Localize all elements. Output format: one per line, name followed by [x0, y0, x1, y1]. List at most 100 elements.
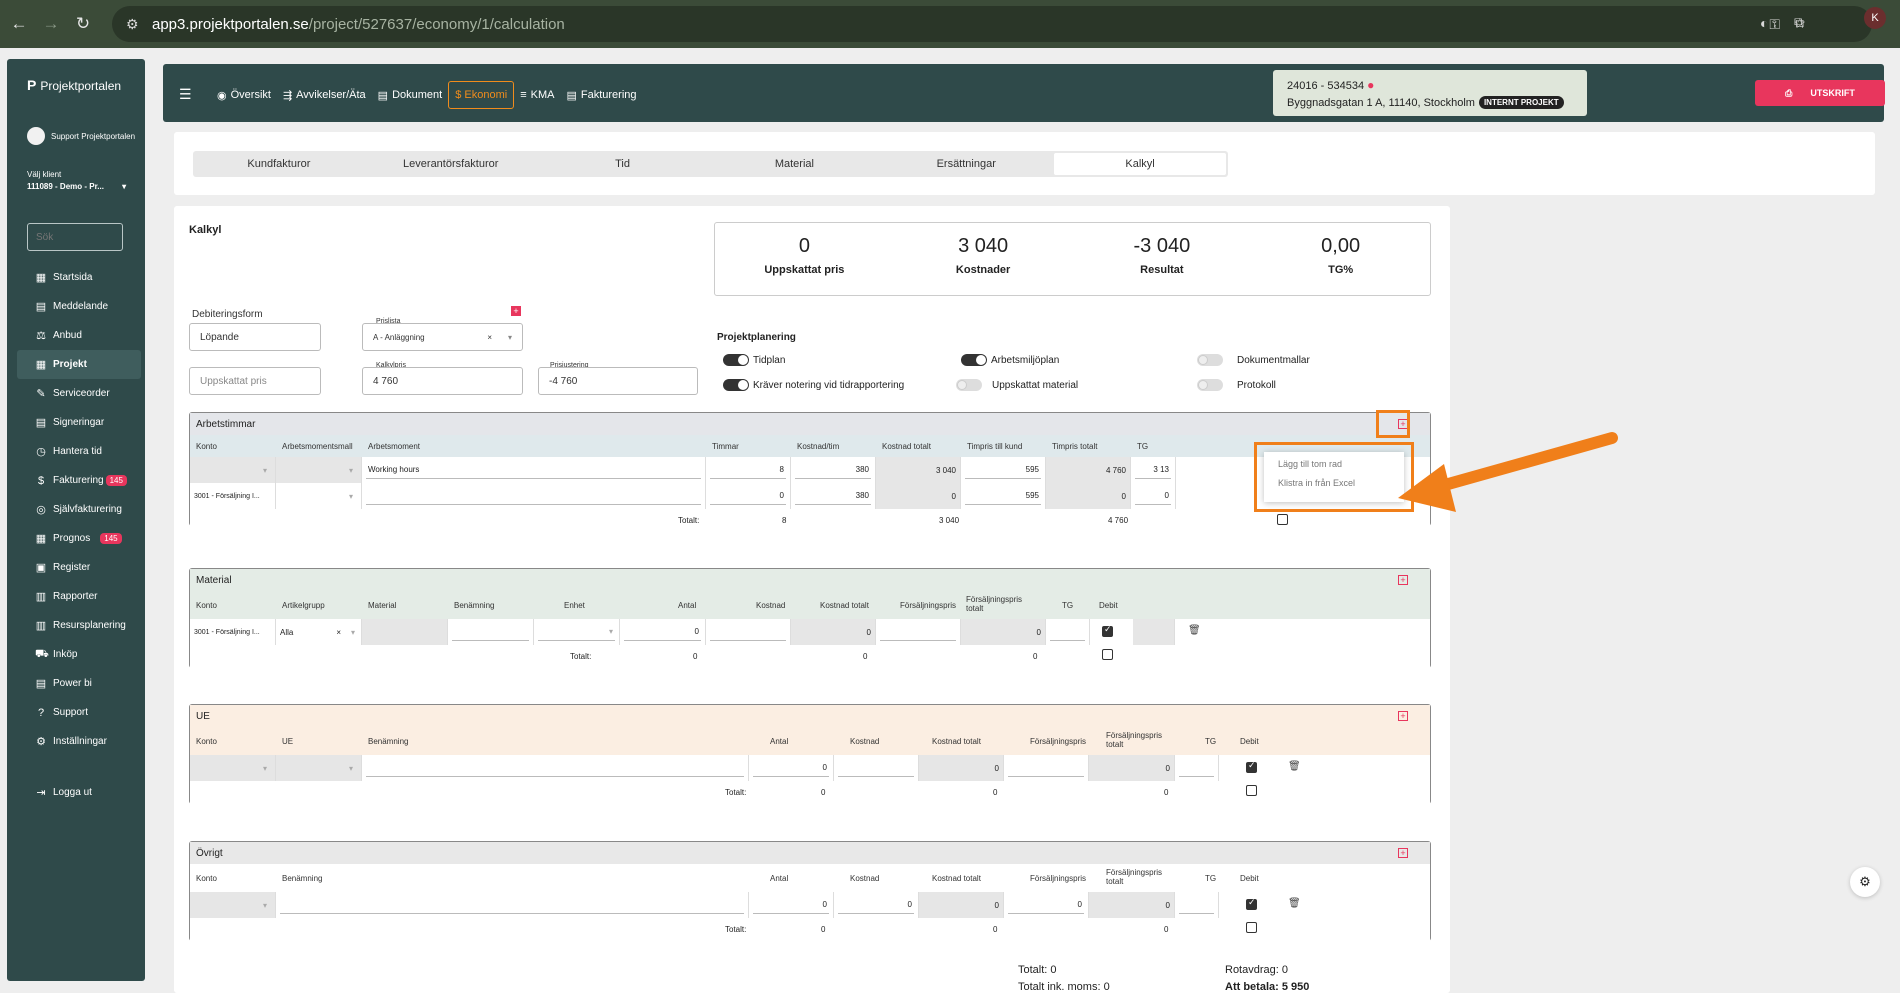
debit-checkbox[interactable]: [1246, 785, 1257, 796]
address-bar[interactable]: ⚙ app3.projektportalen.se/project/527637…: [112, 6, 1872, 42]
debit-checkbox[interactable]: [1102, 624, 1113, 637]
sidebar-item-serviceorder[interactable]: ✎ Serviceorder: [17, 379, 141, 408]
sidebar-item-prognos[interactable]: ▦ Prognos 145: [17, 524, 141, 553]
sidebar-search-input[interactable]: [27, 223, 123, 251]
kostnad-tim-input[interactable]: 380: [791, 483, 876, 509]
tg-input[interactable]: [1046, 619, 1090, 645]
sidebar-item-sjalvfakturering[interactable]: ◎ Självfakturering: [17, 495, 141, 524]
subtab-kundfakturor[interactable]: Kundfakturor: [193, 151, 365, 177]
trash-icon[interactable]: 🗑: [1288, 761, 1301, 772]
user-profile[interactable]: Support Projektportalen: [27, 127, 135, 145]
kalkylpris-input[interactable]: 4 760: [362, 367, 523, 395]
forsaljningspris-input[interactable]: 0: [1004, 892, 1089, 918]
debit-checkbox[interactable]: [1246, 760, 1257, 773]
clear-icon[interactable]: ×: [487, 333, 492, 342]
forsaljningspris-input[interactable]: [876, 619, 961, 645]
app-logo[interactable]: P Projektportalen: [27, 77, 121, 93]
kostnad-input[interactable]: [706, 619, 791, 645]
timmar-input[interactable]: 8: [706, 457, 791, 483]
switch-off[interactable]: [1197, 354, 1223, 366]
switch-on[interactable]: [961, 354, 987, 366]
toggle-arbetsmiljoplan[interactable]: Arbetsmiljöplan: [961, 354, 1059, 366]
benamning-input[interactable]: [448, 619, 534, 645]
tg-input[interactable]: 3 13: [1131, 457, 1176, 483]
toggle-protokoll[interactable]: Protokoll: [1197, 379, 1276, 391]
toggle-tidplan[interactable]: Tidplan: [723, 354, 785, 366]
toggle-kraver-notering[interactable]: Kräver notering vid tidrapportering: [723, 379, 904, 391]
sidebar-item-fakturering[interactable]: $ Fakturering 145: [17, 466, 141, 495]
add-row-button[interactable]: +: [1398, 848, 1408, 858]
sidebar-item-logga-ut[interactable]: ⇥ Logga ut: [17, 778, 141, 807]
debit-checkbox[interactable]: [1246, 922, 1257, 933]
subtab-kalkyl[interactable]: Kalkyl: [1054, 153, 1226, 175]
profile-avatar[interactable]: K: [1864, 7, 1886, 29]
sidebar-item-meddelande[interactable]: ▤ Meddelande: [17, 292, 141, 321]
tab-ekonomi[interactable]: $ Ekonomi: [448, 81, 515, 109]
antal-input[interactable]: 0: [749, 892, 834, 918]
clear-icon[interactable]: ×: [336, 628, 341, 637]
switch-off[interactable]: [1197, 379, 1223, 391]
forsaljningspris-input[interactable]: [1004, 755, 1089, 781]
subtab-leverantorsfakturor[interactable]: Leverantörsfakturor: [365, 151, 537, 177]
sidebar-item-support[interactable]: ? Support: [17, 698, 141, 727]
benamning-input[interactable]: [362, 755, 749, 781]
add-row-button[interactable]: +: [1398, 575, 1408, 585]
artikelgrupp-select[interactable]: Alla × ▾: [276, 619, 362, 645]
client-selector[interactable]: Välj klient 111089 - Demo - Pr... ▾: [27, 169, 126, 193]
sidebar-item-hantera-tid[interactable]: ◷ Hantera tid: [17, 437, 141, 466]
ue-select[interactable]: ▾: [276, 755, 362, 781]
prisjustering-input[interactable]: -4 760: [538, 367, 698, 395]
sidebar-item-register[interactable]: ▣ Register: [17, 553, 141, 582]
sidebar-item-rapporter[interactable]: ▥ Rapporter: [17, 582, 141, 611]
timpris-input[interactable]: 595: [961, 457, 1046, 483]
konto-select[interactable]: 3001 - Försäljning I...: [190, 483, 276, 509]
toggle-dokumentmallar[interactable]: Dokumentmallar: [1197, 354, 1310, 366]
tg-input[interactable]: 0: [1131, 483, 1176, 509]
arbetsmoment-input[interactable]: [362, 483, 706, 509]
sidebar-item-resursplanering[interactable]: ▥ Resursplanering: [17, 611, 141, 640]
debit-checkbox[interactable]: [1102, 649, 1113, 660]
konto-select[interactable]: ▾: [190, 755, 276, 781]
extension-icon[interactable]: ◐: [1760, 15, 1768, 31]
sidebar-item-projekt[interactable]: ▦ Projekt: [17, 350, 141, 379]
antal-input[interactable]: 0: [620, 619, 706, 645]
subtab-material[interactable]: Material: [708, 151, 880, 177]
switch-on[interactable]: [723, 354, 749, 366]
arbetsmomentsmall-select[interactable]: ▾: [276, 457, 362, 483]
add-prislista-button[interactable]: +: [511, 306, 521, 316]
kostnad-input[interactable]: 0: [834, 892, 919, 918]
uppskattat-pris-input[interactable]: Uppskattat pris: [189, 367, 321, 395]
konto-select[interactable]: 3001 - Försäljning I...: [190, 619, 276, 645]
arbetsmoment-input[interactable]: Working hours: [362, 457, 706, 483]
settings-fab-icon[interactable]: ⚙: [1850, 867, 1880, 897]
project-info-box[interactable]: 24016 - 534534 ● Byggnadsgatan 1 A, 1114…: [1273, 70, 1587, 116]
switch-off[interactable]: [956, 379, 982, 391]
tab-dokument[interactable]: ▤ Dokument: [372, 81, 449, 109]
tab-kma[interactable]: ≡ KMA: [514, 81, 560, 109]
tg-input[interactable]: [1175, 892, 1219, 918]
sidebar-item-inkop[interactable]: ⛟ Inköp: [17, 640, 141, 669]
debiteringsform-field[interactable]: Löpande: [189, 323, 321, 351]
debit-checkbox[interactable]: [1277, 514, 1288, 525]
hamburger-menu-icon[interactable]: ☰: [179, 86, 192, 103]
puzzle-icon[interactable]: ⧉: [1794, 14, 1804, 31]
benamning-input[interactable]: [276, 892, 749, 918]
back-icon[interactable]: ←: [6, 11, 32, 37]
sidebar-item-anbud[interactable]: ⚖ Anbud: [17, 321, 141, 350]
switch-on[interactable]: [723, 379, 749, 391]
kostnad-input[interactable]: [834, 755, 919, 781]
arbetsmomentsmall-select[interactable]: ▾: [276, 483, 362, 509]
sidebar-item-startsida[interactable]: ▦ Startsida: [17, 263, 141, 292]
subtab-tid[interactable]: Tid: [537, 151, 709, 177]
prislista-select[interactable]: A - Anläggning × ▾: [362, 323, 523, 351]
print-button[interactable]: ⎙ UTSKRIFT: [1755, 80, 1885, 106]
konto-select[interactable]: ▾: [190, 892, 276, 918]
sidebar-item-power-bi[interactable]: ▤ Power bi: [17, 669, 141, 698]
site-info-icon[interactable]: ⚙: [126, 16, 139, 33]
material-select[interactable]: [362, 619, 448, 645]
trash-icon[interactable]: 🗑: [1188, 625, 1201, 636]
kostnad-tim-input[interactable]: 380: [791, 457, 876, 483]
toggle-uppskattat-material[interactable]: Uppskattat material: [956, 379, 1078, 391]
konto-select[interactable]: ▾: [190, 457, 276, 483]
debit-checkbox[interactable]: [1246, 897, 1257, 910]
